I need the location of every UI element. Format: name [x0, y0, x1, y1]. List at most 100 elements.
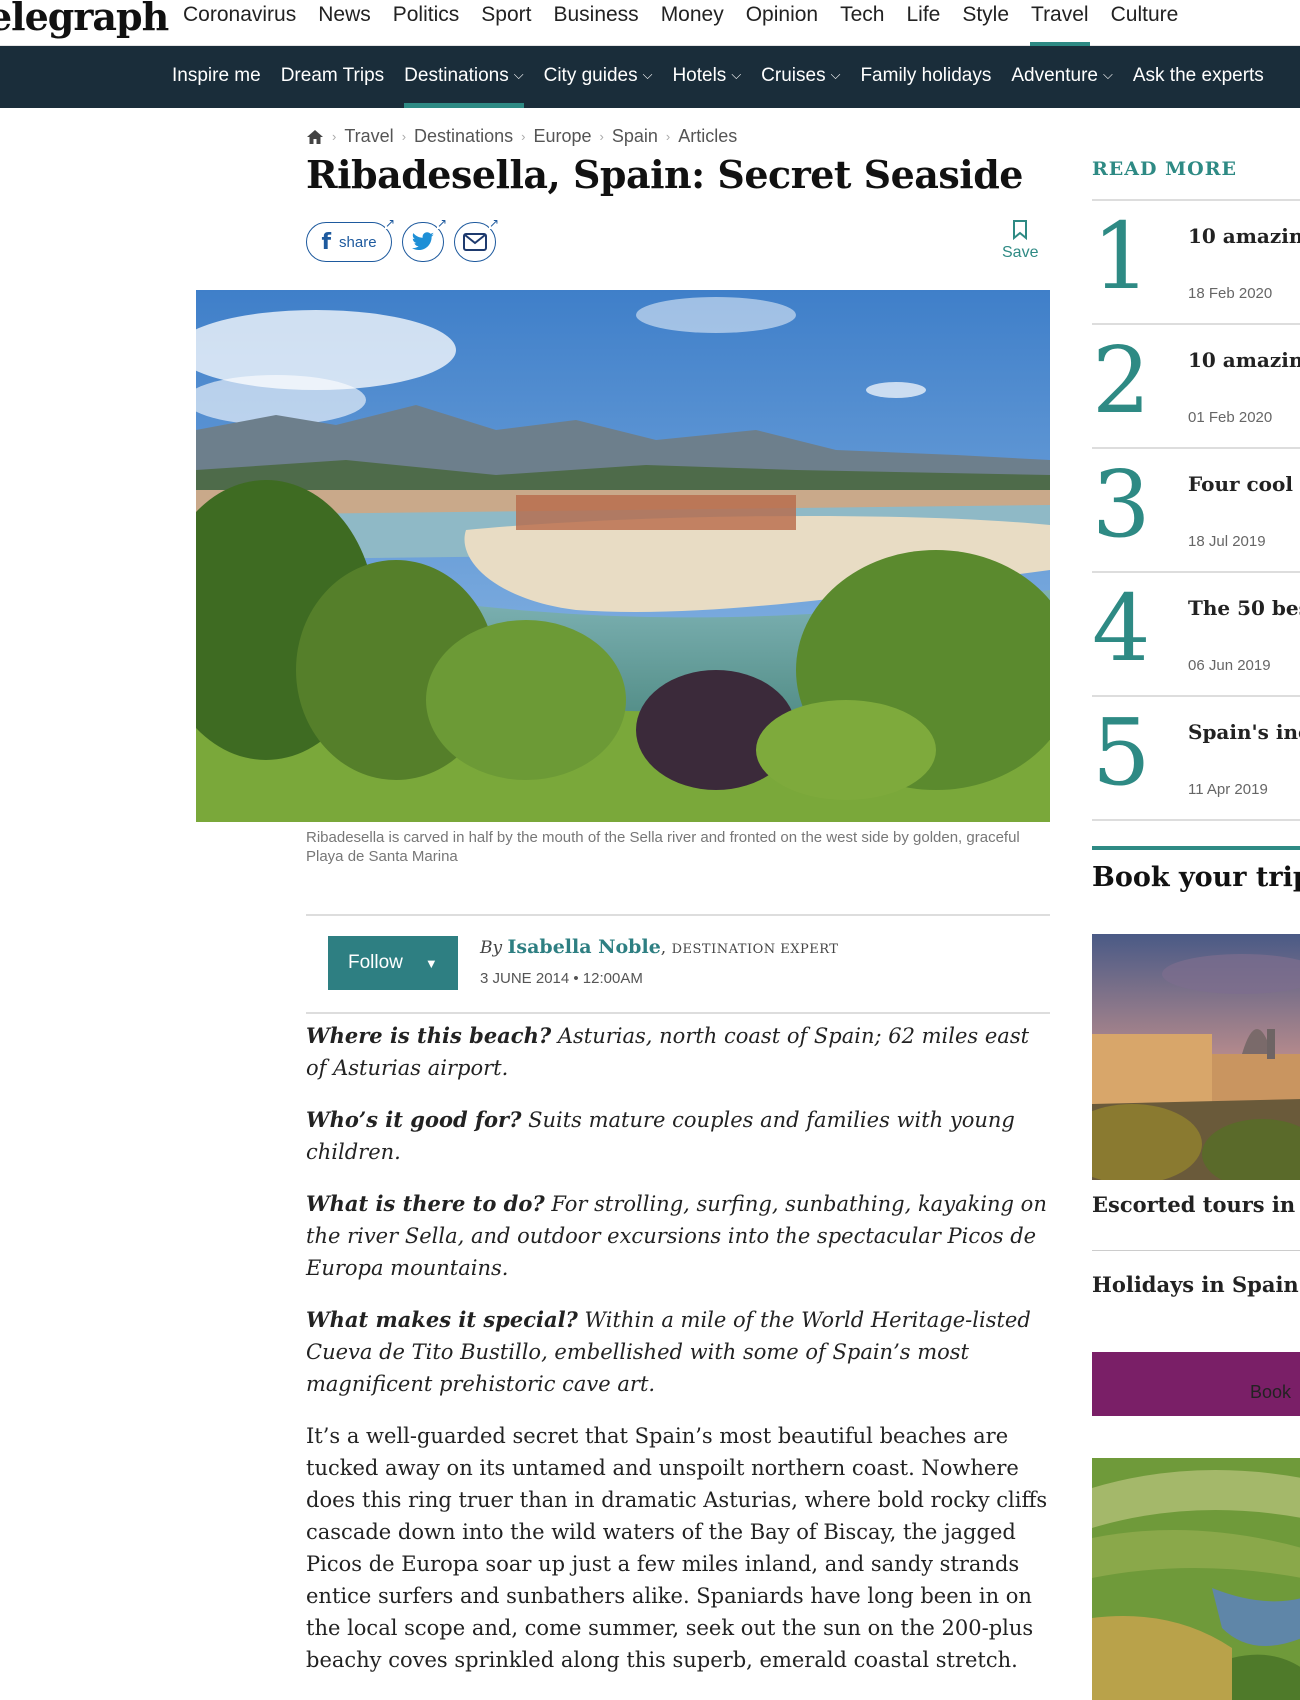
read-more-title: 10 amazing Spain for 2 [1188, 348, 1300, 372]
subnav-item-hotels[interactable]: Hotels ⌵ [662, 46, 751, 108]
author-link[interactable]: Isabella Noble [508, 936, 661, 958]
article-title: Ribadesella, Spain: Secret Seaside [306, 152, 1024, 197]
read-more-item[interactable]: 3 Four cool p San Sebast 18 Jul 2019 [1092, 449, 1300, 573]
book-button[interactable]: Book [1092, 1352, 1300, 1416]
byline: By Isabella Noble, DESTINATION EXPERT [480, 936, 839, 958]
chevron-down-icon: ⌵ [731, 67, 742, 82]
read-more-number: 1 [1092, 203, 1151, 310]
chevron-right-icon: › [599, 129, 604, 144]
subnav-item-inspire-me[interactable]: Inspire me [162, 46, 271, 108]
read-more-date: 01 Feb 2020 [1188, 409, 1273, 426]
facebook-share-button[interactable]: f share ↗ [306, 217, 395, 262]
subnav-item-ask-the-experts[interactable]: Ask the experts [1123, 46, 1274, 108]
chevron-down-icon: ▼ [424, 955, 438, 971]
subnav-item-city-guides[interactable]: City guides ⌵ [534, 46, 663, 108]
nav-item-travel[interactable]: Travel [1020, 0, 1100, 46]
nav-item-life[interactable]: Life [895, 0, 951, 46]
read-more-item[interactable]: 4 The 50 best for summe 06 Jun 2019 [1092, 573, 1300, 697]
follow-label: Follow [348, 952, 403, 973]
share-buttons: f share ↗ ↗ ↗ [306, 217, 499, 262]
read-more-title: Four cool p San Sebast [1188, 472, 1300, 496]
chevron-down-icon: ⌵ [830, 67, 841, 82]
read-more-title: Spain's inc Thrones fi [1188, 720, 1300, 744]
external-link-icon: ↗ [488, 216, 499, 230]
home-icon[interactable] [306, 128, 324, 146]
subnav-item-cruises[interactable]: Cruises ⌵ [751, 46, 850, 108]
section-menu: Coronavirus News Politics Sport Business Mone… [172, 0, 1189, 46]
chevron-down-icon: ⌵ [642, 67, 653, 82]
publish-date: 3 JUNE 2014 • 12:00AM [480, 970, 643, 987]
subnav-item-label: Ask the experts [1132, 65, 1264, 86]
twitter-share-button[interactable]: ↗ [402, 217, 447, 262]
subnav-item-adventure[interactable]: Adventure ⌵ [1001, 46, 1122, 108]
quick-fact: What makes it special? Within a mile of … [306, 1304, 1050, 1400]
quick-fact-question: Who’s it good for? [306, 1107, 522, 1132]
hero-image [196, 290, 1050, 822]
subnav-item-label: Dream Trips [280, 65, 385, 86]
article-paragraph: It’s a well-guarded secret that Spain’s … [306, 1424, 1048, 1672]
divider [1092, 1250, 1300, 1251]
read-more-title: 10 amazing holidays in [1188, 224, 1300, 248]
subnav-item-destinations[interactable]: Destinations ⌵ [394, 46, 533, 108]
quick-fact-question: What makes it special? [306, 1307, 578, 1332]
subnav-item-label: Cruises [761, 65, 826, 86]
read-more-item[interactable]: 1 10 amazing holidays in 18 Feb 2020 [1092, 201, 1300, 325]
read-more-date: 18 Jul 2019 [1188, 533, 1266, 550]
nav-item-business[interactable]: Business [542, 0, 649, 46]
nav-item-tech[interactable]: Tech [829, 0, 895, 46]
read-more-number: 3 [1092, 451, 1151, 558]
chevron-right-icon: › [401, 129, 407, 144]
read-more-title: The 50 best for summe [1188, 596, 1300, 620]
chevron-right-icon: › [332, 129, 337, 144]
quick-facts: Where is this beach? Asturias, north coa… [306, 1020, 1050, 1400]
read-more-date: 06 Jun 2019 [1188, 657, 1271, 674]
nav-item-coronavirus[interactable]: Coronavirus [172, 0, 307, 46]
chevron-right-icon: › [521, 129, 526, 144]
nav-item-money[interactable]: Money [650, 0, 735, 46]
holidays-spain-link[interactable]: Holidays in Spain [1092, 1272, 1299, 1297]
subnav-item-label: Family holidays [860, 65, 992, 86]
read-more-date: 18 Feb 2020 [1188, 285, 1273, 302]
breadcrumb-europe[interactable]: Europe [533, 126, 591, 147]
subnav-item-label: City guides [543, 65, 638, 86]
read-more-number: 4 [1092, 575, 1151, 682]
travel-menu: Inspire me Dream Trips Destinations ⌵ City g… [162, 46, 1274, 108]
nav-item-news[interactable]: News [307, 0, 382, 46]
subnav-item-label: Adventure [1011, 65, 1098, 86]
read-more-item[interactable]: 2 10 amazing Spain for 2 01 Feb 2020 [1092, 325, 1300, 449]
site-logo[interactable]: elegraph [0, 0, 169, 39]
chevron-down-icon: ⌵ [1103, 67, 1113, 82]
nav-item-style[interactable]: Style [951, 0, 1020, 46]
quick-fact-question: Where is this beach? [306, 1023, 552, 1048]
twitter-icon [411, 232, 434, 250]
chevron-right-icon: › [665, 129, 671, 144]
read-more-number: 5 [1092, 699, 1151, 806]
email-share-button[interactable]: ↗ [454, 217, 499, 262]
subnav-item-dream-trips[interactable]: Dream Trips [271, 46, 394, 108]
read-more-heading: READ MORE [1092, 158, 1237, 180]
quick-fact-question: What is there to do? [306, 1191, 545, 1216]
breadcrumb-destinations[interactable]: Destinations [414, 126, 513, 147]
external-link-icon: ↗ [384, 216, 395, 230]
nav-item-sport[interactable]: Sport [470, 0, 542, 46]
save-button[interactable]: Save [1002, 220, 1038, 262]
breadcrumb: › Travel › Destinations › Europe › Spain › Articl… [306, 126, 737, 147]
breadcrumb-articles[interactable]: Articles [678, 126, 737, 147]
nav-item-politics[interactable]: Politics [382, 0, 471, 46]
read-more-item[interactable]: 5 Spain's inc Thrones fi 11 Apr 2019 [1092, 697, 1300, 821]
breadcrumb-spain[interactable]: Spain [612, 126, 658, 147]
envelope-icon [463, 233, 487, 251]
read-more-number: 2 [1092, 327, 1151, 434]
vineyard-image[interactable] [1092, 1458, 1300, 1700]
follow-button[interactable]: Follow ▼ [328, 936, 458, 990]
nav-item-opinion[interactable]: Opinion [735, 0, 829, 46]
nav-item-culture[interactable]: Culture [1100, 0, 1190, 46]
top-navigation: elegraph Coronavirus News Politics Sport Bus… [0, 0, 1300, 46]
article-body: Where is this beach? Asturias, north coa… [306, 1020, 1050, 1676]
subnav-item-family-holidays[interactable]: Family holidays [850, 46, 1001, 108]
image-caption: Ribadesella is carved in half by the mou… [306, 829, 1020, 865]
madrid-image[interactable] [1092, 934, 1300, 1180]
facebook-icon: f [321, 229, 332, 255]
escorted-tours-link[interactable]: Escorted tours in Sp [1092, 1192, 1300, 1217]
breadcrumb-travel[interactable]: Travel [344, 126, 393, 147]
